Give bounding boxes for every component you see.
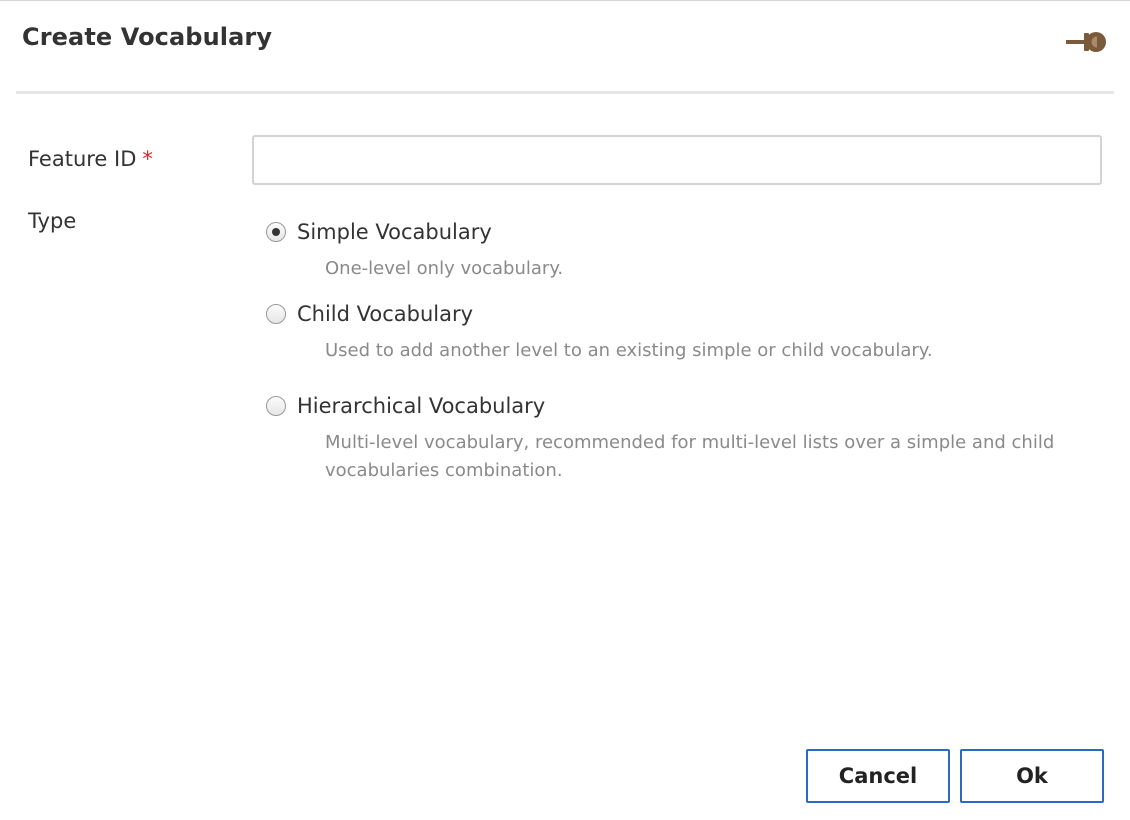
- child-vocabulary-radio[interactable]: [266, 304, 286, 324]
- pin-icon[interactable]: [1064, 28, 1110, 56]
- simple-vocabulary-label[interactable]: Simple Vocabulary: [297, 220, 492, 244]
- type-option-child: Child Vocabulary Used to add another lev…: [266, 299, 1086, 365]
- create-vocabulary-dialog: Create Vocabulary Feature ID * Type Simpl…: [0, 0, 1130, 820]
- hierarchical-vocabulary-description: Multi-level vocabulary, recommended for …: [325, 432, 1055, 481]
- child-vocabulary-description: Used to add another level to an existing…: [325, 340, 933, 361]
- simple-vocabulary-radio-row[interactable]: Simple Vocabulary: [266, 217, 1086, 247]
- required-marker: *: [142, 147, 153, 171]
- header-divider: [16, 91, 1114, 94]
- child-vocabulary-radio-row[interactable]: Child Vocabulary: [266, 299, 1086, 329]
- type-option-hierarchical: Hierarchical Vocabulary Multi-level voca…: [266, 391, 1086, 485]
- feature-id-label: Feature ID *: [28, 147, 153, 171]
- hierarchical-vocabulary-radio-row[interactable]: Hierarchical Vocabulary: [266, 391, 1086, 421]
- hierarchical-vocabulary-label[interactable]: Hierarchical Vocabulary: [297, 394, 545, 418]
- child-vocabulary-label[interactable]: Child Vocabulary: [297, 302, 473, 326]
- cancel-button[interactable]: Cancel: [806, 749, 950, 803]
- type-label: Type: [28, 209, 77, 233]
- dialog-header: Create Vocabulary: [0, 1, 1130, 93]
- dialog-title: Create Vocabulary: [22, 23, 273, 51]
- type-option-simple: Simple Vocabulary One-level only vocabul…: [266, 217, 1086, 283]
- feature-id-input[interactable]: [252, 135, 1102, 185]
- simple-vocabulary-radio[interactable]: [266, 222, 286, 242]
- hierarchical-vocabulary-radio[interactable]: [266, 396, 286, 416]
- ok-button[interactable]: Ok: [960, 749, 1104, 803]
- simple-vocabulary-description: One-level only vocabulary.: [325, 258, 564, 279]
